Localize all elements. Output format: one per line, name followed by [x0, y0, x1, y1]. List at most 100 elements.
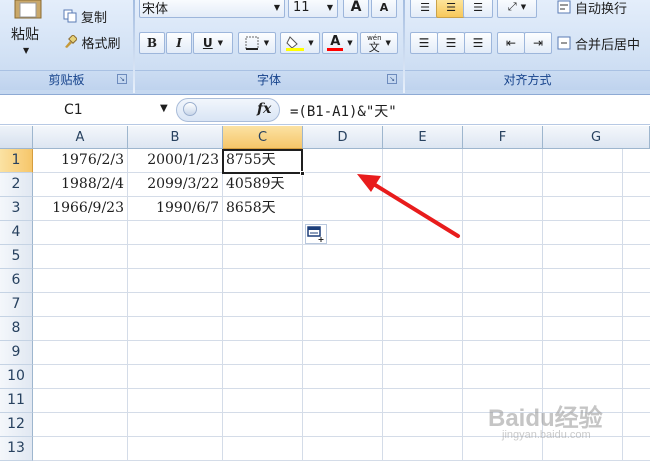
format-painter-button[interactable]: 格式刷	[56, 31, 128, 53]
increase-indent-button[interactable]: ⇥	[524, 32, 552, 54]
chevron-down-icon[interactable]: ▼	[160, 103, 168, 114]
decrease-indent-button[interactable]: ⇤	[497, 32, 525, 54]
font-size-value: 11	[293, 0, 310, 15]
watermark-url: jingyan.baidu.com	[502, 429, 591, 441]
row-header-4[interactable]: 4	[0, 221, 33, 245]
name-box-value: C1	[64, 102, 83, 118]
bold-button[interactable]: B	[139, 32, 165, 54]
gridline	[33, 244, 650, 245]
chevron-down-icon: ▼	[326, 2, 333, 12]
alignment-group-caption: 对齐方式	[405, 70, 650, 90]
italic-icon: I	[176, 36, 182, 50]
increase-indent-icon: ⇥	[532, 36, 544, 50]
formula-bar-handle-icon[interactable]	[183, 102, 197, 116]
wrap-text-button[interactable]: 自动换行	[556, 0, 650, 18]
underline-button[interactable]: U ▼	[193, 32, 233, 54]
cell-a2[interactable]: 1988/2/4	[33, 173, 127, 196]
chevron-down-icon: ▼	[23, 46, 30, 55]
align-middle-icon: ☰	[446, 0, 456, 14]
gridline	[33, 316, 650, 317]
formula-input[interactable]: =(B1-A1)&"天"	[290, 101, 397, 121]
chevron-down-icon: ▼	[217, 39, 224, 47]
cell-c2[interactable]: 40589天	[223, 173, 302, 196]
align-left-button[interactable]: ☰	[410, 32, 438, 54]
formula-controls: fx	[176, 98, 280, 122]
cell-c3[interactable]: 8658天	[223, 197, 302, 220]
align-bottom-button[interactable]: ☰	[463, 0, 493, 18]
clipboard-icon	[14, 0, 42, 19]
active-cell-border	[222, 149, 303, 174]
paint-bucket-icon	[286, 36, 305, 51]
row-header-7[interactable]: 7	[0, 293, 33, 317]
row-header-11[interactable]: 11	[0, 389, 33, 413]
formula-bar: C1 ▼ fx =(B1-A1)&"天"	[0, 95, 650, 125]
row-header-12[interactable]: 12	[0, 413, 33, 437]
row-header-8[interactable]: 8	[0, 317, 33, 341]
highlight-swatch	[286, 48, 305, 51]
select-all-corner[interactable]	[0, 126, 33, 149]
gridline	[33, 340, 650, 341]
column-header-b[interactable]: B	[128, 126, 223, 149]
phonetic-button[interactable]: wén 文 ▼	[360, 32, 398, 54]
merge-center-button[interactable]: 合并后居中	[556, 32, 650, 54]
fill-color-button[interactable]: ▼	[280, 32, 320, 54]
name-box[interactable]: C1 ▼	[2, 100, 174, 120]
row-header-5[interactable]: 5	[0, 245, 33, 269]
font-size-select[interactable]: 11 ▼	[288, 0, 338, 18]
cell-a1[interactable]: 1976/2/3	[33, 149, 127, 172]
clipboard-launcher-icon[interactable]: ↘	[117, 74, 127, 84]
row-header-1[interactable]: 1	[0, 149, 33, 173]
column-header-g[interactable]: G	[543, 126, 650, 149]
column-header-a[interactable]: A	[33, 126, 128, 149]
underline-icon: U	[202, 36, 213, 50]
align-middle-button[interactable]: ☰	[436, 0, 466, 18]
column-header-e[interactable]: E	[383, 126, 463, 149]
grow-font-button[interactable]: A	[343, 0, 369, 18]
wrap-text-icon	[557, 0, 571, 14]
copy-icon	[63, 9, 77, 23]
row-header-13[interactable]: 13	[0, 437, 33, 461]
auto-fill-options-button[interactable]	[305, 224, 327, 244]
align-right-button[interactable]: ☰	[464, 32, 492, 54]
column-header-d[interactable]: D	[303, 126, 383, 149]
align-right-icon: ☰	[472, 36, 484, 50]
cell-b1[interactable]: 2000/1/23	[128, 149, 222, 172]
copy-label: 复制	[80, 10, 107, 26]
align-center-icon: ☰	[445, 36, 457, 50]
font-name-value: 宋体	[142, 1, 169, 17]
row-header-10[interactable]: 10	[0, 365, 33, 389]
cell-b3[interactable]: 1990/6/7	[128, 197, 222, 220]
row-header-6[interactable]: 6	[0, 269, 33, 293]
ribbon: 粘贴 ▼ 复制 格式刷 剪贴板 ↘ 宋体 ▼ 11 ▼ A A B I U ▼	[0, 0, 650, 95]
align-bottom-icon: ☰	[473, 0, 483, 14]
font-color-button[interactable]: A ▼	[322, 32, 358, 54]
font-name-select[interactable]: 宋体 ▼	[139, 0, 285, 18]
italic-button[interactable]: I	[166, 32, 192, 54]
borders-button[interactable]: ▼	[238, 32, 276, 54]
fill-handle[interactable]	[300, 171, 305, 176]
format-painter-label: 格式刷	[81, 36, 121, 52]
column-header-f[interactable]: F	[463, 126, 543, 149]
copy-button[interactable]: 复制	[56, 5, 114, 27]
row-header-9[interactable]: 9	[0, 341, 33, 365]
phonetic-char: 文	[368, 41, 380, 54]
insert-function-icon[interactable]: fx	[257, 101, 271, 117]
cell-a3[interactable]: 1966/9/23	[33, 197, 127, 220]
shrink-font-button[interactable]: A	[371, 0, 397, 18]
gridline	[33, 292, 650, 293]
paste-button[interactable]: 粘贴 ▼	[6, 0, 50, 68]
gridline	[33, 364, 650, 365]
auto-fill-options-icon	[307, 226, 324, 242]
row-header-3[interactable]: 3	[0, 197, 33, 221]
row-header-2[interactable]: 2	[0, 173, 33, 197]
merge-center-label: 合并后居中	[575, 37, 641, 53]
align-center-button[interactable]: ☰	[437, 32, 465, 54]
shrink-font-icon: A	[379, 0, 389, 14]
cell-b2[interactable]: 2099/3/22	[128, 173, 222, 196]
orientation-button[interactable]: ⤢ ▼	[497, 0, 537, 18]
font-launcher-icon[interactable]: ↘	[387, 74, 397, 84]
watermark-logo: Baidu经验	[488, 405, 603, 432]
column-header-c[interactable]: C	[223, 126, 303, 149]
clipboard-group-caption: 剪贴板	[0, 70, 133, 90]
decrease-indent-icon: ⇤	[505, 36, 517, 50]
